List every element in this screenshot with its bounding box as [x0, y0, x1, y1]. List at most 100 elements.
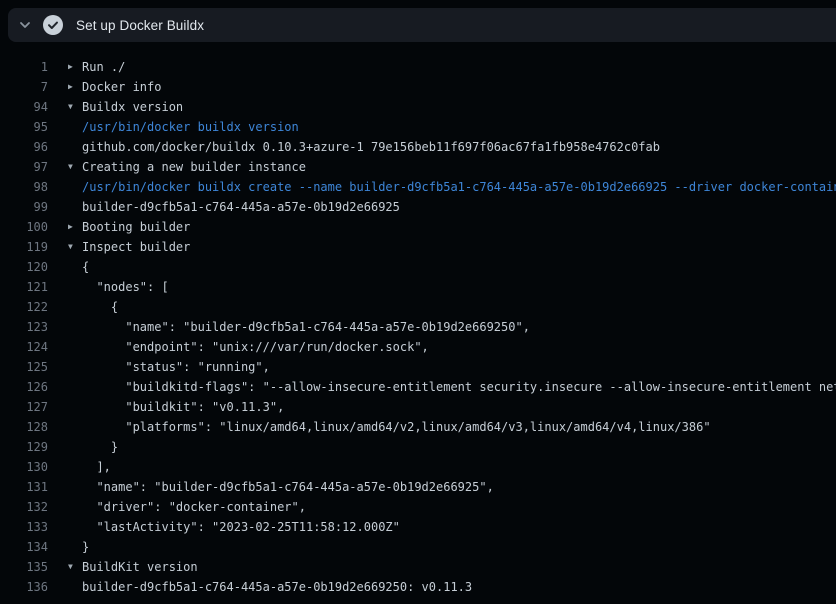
step-title: Set up Docker Buildx	[76, 18, 204, 33]
log-viewer: 1▶Run ./7▶Docker info94▼Buildx version95…	[0, 43, 836, 604]
log-line: 100 ▶Booting builder	[0, 217, 836, 237]
line-number-link[interactable]: 129	[0, 437, 48, 457]
log-line: 7 ▶Docker info	[0, 77, 836, 97]
log-line: 97 ▼Creating a new builder instance	[0, 157, 836, 177]
log-output-text: "endpoint": "unix:///var/run/docker.sock…	[82, 337, 429, 357]
triangle-right-icon: ▶	[68, 57, 82, 77]
log-output-text: "buildkitd-flags": "--allow-insecure-ent…	[82, 377, 836, 397]
log-group-toggle[interactable]: ▼Inspect builder	[68, 237, 190, 257]
log-output-text: "status": "running",	[82, 357, 270, 377]
log-line: 121 "nodes": [	[0, 277, 836, 297]
log-output-text: "buildkit": "v0.11.3",	[82, 397, 284, 417]
line-number-link[interactable]: 135	[0, 557, 48, 577]
log-group-label: Booting builder	[82, 217, 190, 237]
log-line: 135 ▼BuildKit version	[0, 557, 836, 577]
log-output-text: "name": "builder-d9cfb5a1-c764-445a-a57e…	[82, 317, 530, 337]
log-line: 123 "name": "builder-d9cfb5a1-c764-445a-…	[0, 317, 836, 337]
log-line: 127 "buildkit": "v0.11.3",	[0, 397, 836, 417]
log-output-text: builder-d9cfb5a1-c764-445a-a57e-0b19d2e6…	[82, 197, 400, 217]
log-group-toggle[interactable]: ▶Run ./	[68, 57, 125, 77]
log-output-text: "lastActivity": "2023-02-25T11:58:12.000…	[82, 517, 400, 537]
log-output-text: builder-d9cfb5a1-c764-445a-a57e-0b19d2e6…	[82, 577, 472, 597]
line-number-link[interactable]: 123	[0, 317, 48, 337]
line-number-link[interactable]: 136	[0, 577, 48, 597]
line-number-link[interactable]: 99	[0, 197, 48, 217]
log-group-toggle[interactable]: ▶Booting builder	[68, 217, 190, 237]
line-number-link[interactable]: 100	[0, 217, 48, 237]
log-line: 119 ▼Inspect builder	[0, 237, 836, 257]
line-number-link[interactable]: 127	[0, 397, 48, 417]
log-line: 96 github.com/docker/buildx 0.10.3+azure-…	[0, 137, 836, 157]
log-line: 134}	[0, 537, 836, 557]
triangle-down-icon: ▼	[68, 157, 82, 177]
line-number-link[interactable]: 122	[0, 297, 48, 317]
log-group-label: Buildx version	[82, 97, 183, 117]
line-number-link[interactable]: 126	[0, 377, 48, 397]
log-output-text: {	[82, 297, 118, 317]
line-number-link[interactable]: 96	[0, 137, 48, 157]
line-number-link[interactable]: 130	[0, 457, 48, 477]
log-line: 94 ▼Buildx version	[0, 97, 836, 117]
line-number-link[interactable]: 1	[0, 57, 48, 77]
log-group-label: Run ./	[82, 57, 125, 77]
log-output-text: {	[82, 257, 89, 277]
line-number-link[interactable]: 128	[0, 417, 48, 437]
log-output-text: "platforms": "linux/amd64,linux/amd64/v2…	[82, 417, 711, 437]
log-output-text: ],	[82, 457, 111, 477]
line-number-link[interactable]: 98	[0, 177, 48, 197]
log-line: 126 "buildkitd-flags": "--allow-insecure…	[0, 377, 836, 397]
log-output-text: "nodes": [	[82, 277, 169, 297]
log-line: 132 "driver": "docker-container",	[0, 497, 836, 517]
log-output-text: }	[82, 437, 118, 457]
log-line: 128 "platforms": "linux/amd64,linux/amd6…	[0, 417, 836, 437]
line-number-link[interactable]: 131	[0, 477, 48, 497]
log-command-text: /usr/bin/docker buildx version	[82, 117, 299, 137]
chevron-down-icon[interactable]	[14, 14, 36, 36]
line-number-link[interactable]: 94	[0, 97, 48, 117]
log-group-label: Inspect builder	[82, 237, 190, 257]
line-number-link[interactable]: 125	[0, 357, 48, 377]
triangle-down-icon: ▼	[68, 97, 82, 117]
log-line: 125 "status": "running",	[0, 357, 836, 377]
log-line: 1 ▶Run ./	[0, 57, 836, 77]
log-line: 98/usr/bin/docker buildx create --name b…	[0, 177, 836, 197]
log-output-text: github.com/docker/buildx 0.10.3+azure-1 …	[82, 137, 660, 157]
line-number-link[interactable]: 133	[0, 517, 48, 537]
log-line: 131 "name": "builder-d9cfb5a1-c764-445a-…	[0, 477, 836, 497]
log-line: 120 {	[0, 257, 836, 277]
log-group-label: Creating a new builder instance	[82, 157, 306, 177]
log-output-text: "name": "builder-d9cfb5a1-c764-445a-a57e…	[82, 477, 494, 497]
line-number-link[interactable]: 134	[0, 537, 48, 557]
log-group-label: Docker info	[82, 77, 161, 97]
line-number-link[interactable]: 95	[0, 117, 48, 137]
log-group-toggle[interactable]: ▼Buildx version	[68, 97, 183, 117]
log-group-toggle[interactable]: ▶Docker info	[68, 77, 161, 97]
log-group-toggle[interactable]: ▼Creating a new builder instance	[68, 157, 306, 177]
check-circle-icon	[43, 15, 63, 35]
log-line: 129 }	[0, 437, 836, 457]
line-number-link[interactable]: 124	[0, 337, 48, 357]
log-line: 124 "endpoint": "unix:///var/run/docker.…	[0, 337, 836, 357]
line-number-link[interactable]: 121	[0, 277, 48, 297]
log-output-text: }	[82, 537, 89, 557]
step-header[interactable]: Set up Docker Buildx	[8, 8, 836, 42]
log-group-label: BuildKit version	[82, 557, 198, 577]
line-number-link[interactable]: 132	[0, 497, 48, 517]
log-line: 136 builder-d9cfb5a1-c764-445a-a57e-0b19d…	[0, 577, 836, 597]
log-line: 133 "lastActivity": "2023-02-25T11:58:12…	[0, 517, 836, 537]
triangle-down-icon: ▼	[68, 557, 82, 577]
log-output-text: "driver": "docker-container",	[82, 497, 306, 517]
log-group-toggle[interactable]: ▼BuildKit version	[68, 557, 198, 577]
log-command-text: /usr/bin/docker buildx create --name bui…	[82, 177, 836, 197]
log-line: 95/usr/bin/docker buildx version	[0, 117, 836, 137]
log-line: 130 ],	[0, 457, 836, 477]
line-number-link[interactable]: 120	[0, 257, 48, 277]
line-number-link[interactable]: 7	[0, 77, 48, 97]
triangle-down-icon: ▼	[68, 237, 82, 257]
triangle-right-icon: ▶	[68, 217, 82, 237]
line-number-link[interactable]: 97	[0, 157, 48, 177]
log-line: 99 builder-d9cfb5a1-c764-445a-a57e-0b19d2…	[0, 197, 836, 217]
line-number-link[interactable]: 119	[0, 237, 48, 257]
log-line: 122 {	[0, 297, 836, 317]
triangle-right-icon: ▶	[68, 77, 82, 97]
